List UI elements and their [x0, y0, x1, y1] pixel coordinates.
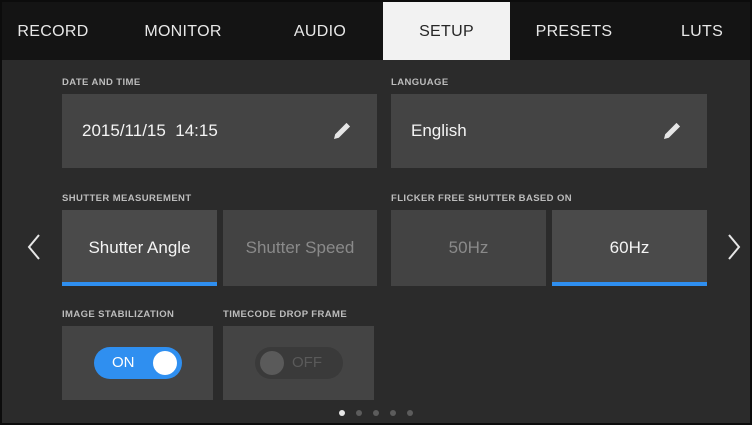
shutter-angle-option[interactable]: Shutter Angle	[62, 210, 217, 286]
flicker-60hz-option[interactable]: 60Hz	[552, 210, 707, 286]
tab-luts[interactable]: LUTS	[662, 0, 742, 60]
pencil-icon[interactable]	[331, 120, 353, 142]
date-time-label: DATE AND TIME	[62, 77, 141, 88]
tab-audio[interactable]: AUDIO	[270, 0, 370, 60]
page-dot-3[interactable]	[373, 410, 379, 416]
date-time-field[interactable]: 2015/11/15 14:15	[62, 94, 377, 168]
timecode-drop-frame-panel: OFF	[223, 326, 374, 400]
tab-record[interactable]: RECORD	[0, 0, 106, 60]
flicker-60hz-label: 60Hz	[609, 238, 650, 257]
flicker-50hz-option[interactable]: 50Hz	[391, 210, 546, 286]
image-stabilization-toggle[interactable]: ON	[94, 347, 182, 379]
tab-monitor[interactable]: MONITOR	[126, 0, 240, 60]
tab-presets[interactable]: PRESETS	[520, 0, 628, 60]
shutter-measurement-label: SHUTTER MEASUREMENT	[62, 193, 192, 204]
timecode-drop-frame-toggle[interactable]: OFF	[255, 347, 343, 379]
toggle-knob	[153, 351, 177, 375]
language-label: LANGUAGE	[391, 77, 449, 88]
shutter-speed-option[interactable]: Shutter Speed	[223, 210, 377, 286]
timecode-drop-frame-label: TIMECODE DROP FRAME	[223, 309, 348, 320]
selected-indicator	[552, 282, 707, 286]
setup-screen: RECORD MONITOR AUDIO SETUP PRESETS LUTS …	[0, 0, 752, 425]
chevron-left-icon[interactable]	[24, 230, 44, 264]
pencil-icon[interactable]	[661, 120, 683, 142]
page-dot-4[interactable]	[390, 410, 396, 416]
language-field[interactable]: English	[391, 94, 707, 168]
toggle-state-text: ON	[112, 354, 135, 371]
page-dot-5[interactable]	[407, 410, 413, 416]
image-stabilization-panel: ON	[62, 326, 213, 400]
toggle-knob	[260, 351, 284, 375]
image-stabilization-label: IMAGE STABILIZATION	[62, 309, 175, 320]
flicker-50hz-label: 50Hz	[448, 238, 489, 257]
page-indicator	[0, 410, 752, 420]
chevron-right-icon[interactable]	[724, 230, 744, 264]
tab-bar: RECORD MONITOR AUDIO SETUP PRESETS LUTS	[0, 0, 752, 60]
page-dot-2[interactable]	[356, 410, 362, 416]
shutter-speed-label: Shutter Speed	[245, 238, 355, 257]
language-value: English	[411, 121, 467, 140]
shutter-angle-label: Shutter Angle	[88, 238, 191, 257]
selected-indicator	[62, 282, 217, 286]
toggle-state-text: OFF	[292, 354, 322, 371]
page-dot-1[interactable]	[339, 410, 345, 416]
tab-setup[interactable]: SETUP	[383, 0, 510, 60]
date-time-value: 2015/11/15 14:15	[82, 121, 218, 140]
flicker-free-label: FLICKER FREE SHUTTER BASED ON	[391, 193, 573, 204]
